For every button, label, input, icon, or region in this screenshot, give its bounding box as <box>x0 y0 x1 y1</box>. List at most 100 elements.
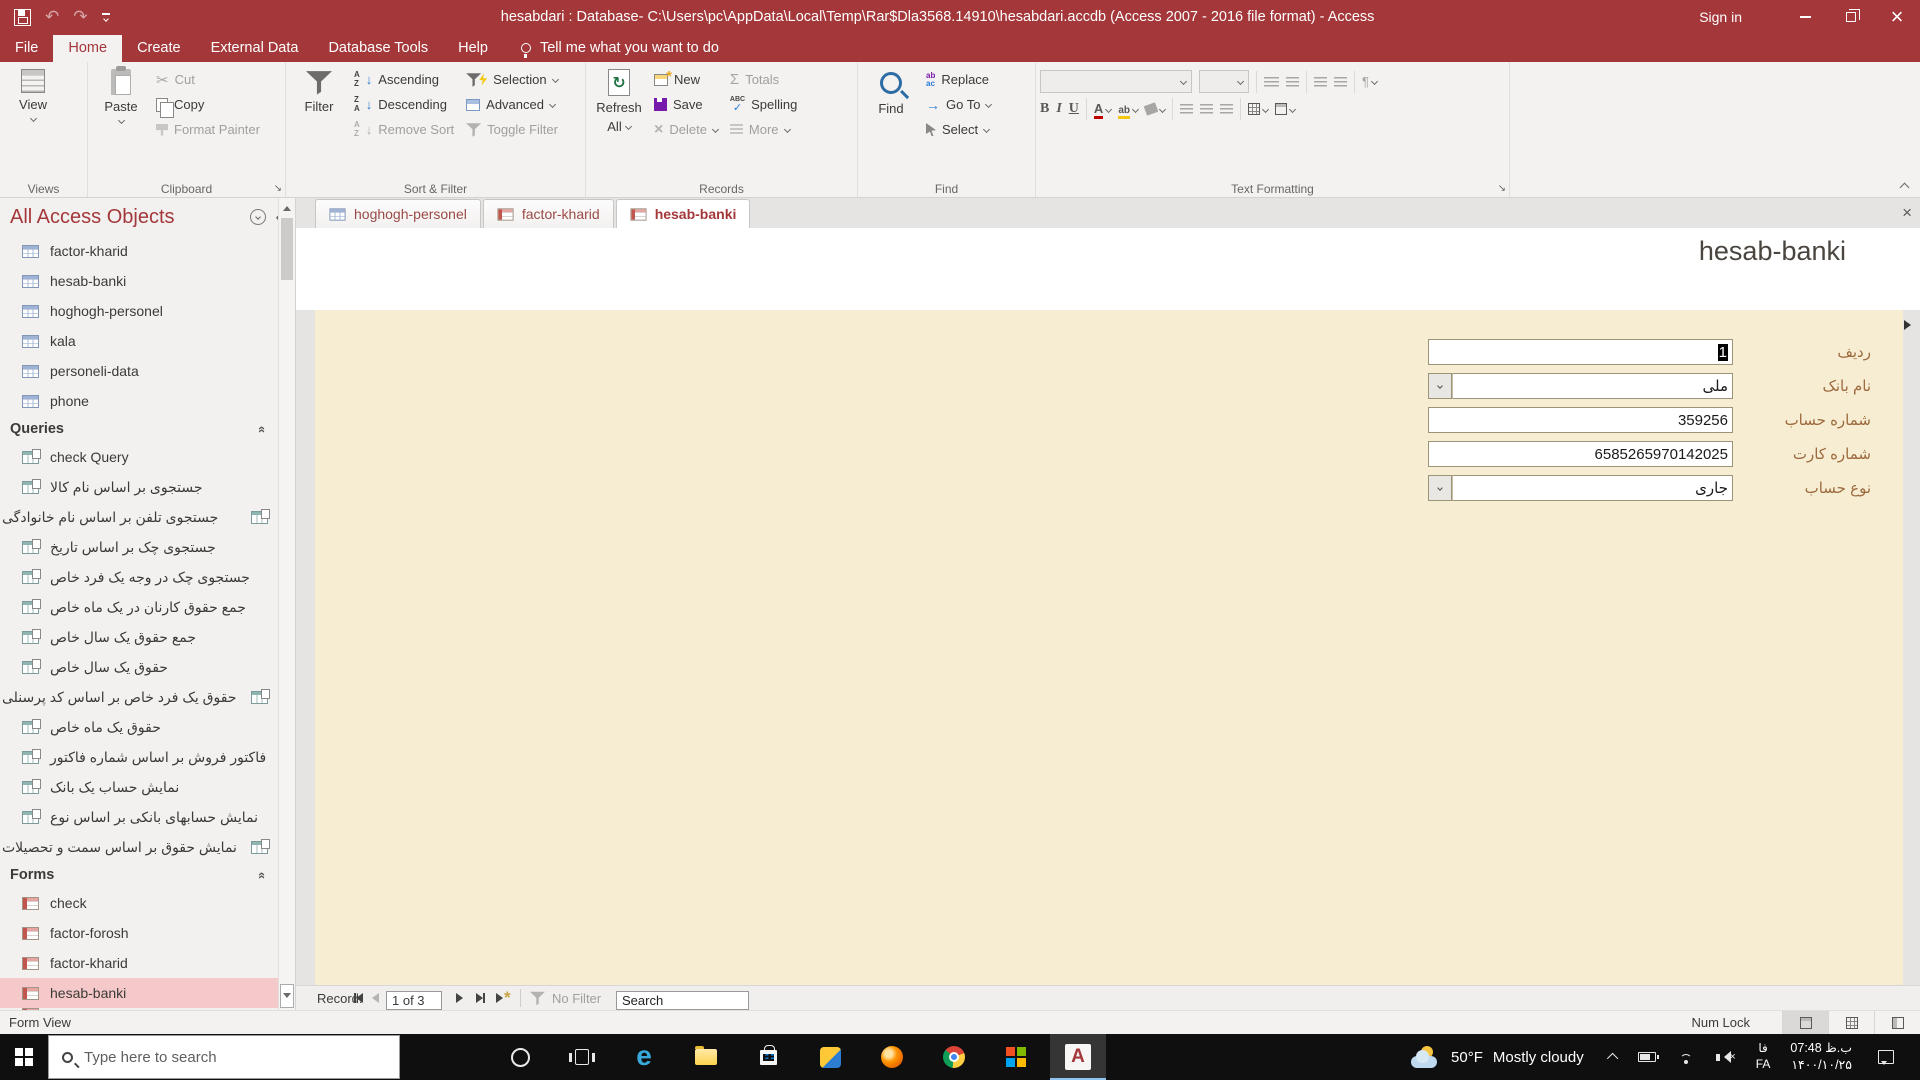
totals-button[interactable]: Totals <box>724 67 803 92</box>
tell-me-box[interactable]: Tell me what you want to do <box>503 40 729 62</box>
underline-button[interactable]: U <box>1069 101 1079 117</box>
new-record-button[interactable]: New <box>648 67 724 92</box>
advanced-button[interactable]: Advanced <box>460 92 564 117</box>
taskbar-clock[interactable]: 07:48 ب.ظ ۱۴۰۰/۱۰/۲۵ <box>1790 1040 1852 1074</box>
nav-item-table[interactable]: kala <box>0 326 278 356</box>
toggle-filter-button[interactable]: Toggle Filter <box>460 117 564 142</box>
ribbon-tab[interactable]: File <box>0 35 53 62</box>
form-field-input[interactable]: 1 <box>1428 339 1733 365</box>
undo-icon[interactable] <box>45 7 59 27</box>
highlight-button[interactable] <box>1118 100 1140 118</box>
taskbar-media-app-button[interactable] <box>802 1034 858 1080</box>
combo-dropdown-button[interactable] <box>1428 373 1452 399</box>
italic-button[interactable]: I <box>1056 101 1061 117</box>
dialog-launcher-icon[interactable] <box>274 184 282 194</box>
align-center-button[interactable] <box>1199 104 1213 114</box>
layout-view-button[interactable] <box>1874 1011 1920 1035</box>
volume-muted-icon[interactable]: × <box>1715 1050 1736 1064</box>
nav-pane-menu-icon[interactable] <box>249 209 266 225</box>
find-button[interactable]: Find <box>862 64 920 179</box>
descending-button[interactable]: ZADescending <box>348 92 460 117</box>
nav-item-form[interactable]: check <box>0 888 278 918</box>
start-button[interactable] <box>0 1034 48 1080</box>
nav-item-table[interactable]: hesab-banki <box>0 266 278 296</box>
nav-item-query[interactable]: جمع حقوق کارنان در یک ماه خاص <box>0 592 278 622</box>
nav-item-table[interactable]: personeli-data <box>0 356 278 386</box>
nav-item-form[interactable]: factor-kharid <box>0 948 278 978</box>
nav-item-query[interactable]: جستجوی بر اساس نام کالا <box>0 472 278 502</box>
text-direction-button[interactable] <box>1362 73 1379 91</box>
taskbar-file-explorer-button[interactable] <box>678 1034 734 1080</box>
nav-item-query[interactable]: حقوق یک فرد خاص بر اساس کد پرسنلی <box>0 682 278 712</box>
ribbon-tab[interactable]: Database Tools <box>313 35 443 62</box>
alternate-row-color-button[interactable] <box>1274 103 1297 115</box>
align-right-button[interactable] <box>1219 104 1233 114</box>
align-left-button[interactable] <box>1179 104 1193 114</box>
font-color-button[interactable] <box>1094 100 1113 118</box>
scroll-up-icon[interactable] <box>280 199 294 216</box>
fill-color-button[interactable] <box>1143 102 1167 116</box>
sign-in-button[interactable]: Sign in <box>1685 5 1756 29</box>
nav-section-forms[interactable]: Forms <box>0 862 278 888</box>
document-tab[interactable]: factor-kharid <box>482 199 614 228</box>
paste-button[interactable]: Paste <box>92 64 150 179</box>
nav-item-form[interactable]: factor-forosh <box>0 918 278 948</box>
first-record-button[interactable] <box>354 986 363 1010</box>
font-name-combo[interactable] <box>1040 70 1192 93</box>
taskbar-task-view-button[interactable] <box>554 1034 610 1080</box>
nav-item-query[interactable]: جستجوی چک در وجه یک فرد خاص <box>0 562 278 592</box>
taskbar-edge-button[interactable] <box>616 1034 672 1080</box>
nav-item-query[interactable]: check Query <box>0 442 278 472</box>
selection-button[interactable]: Selection <box>460 67 564 92</box>
filter-indicator[interactable] <box>530 986 545 1010</box>
combo-dropdown-button[interactable] <box>1428 475 1452 501</box>
save-icon[interactable] <box>14 8 31 26</box>
replace-button[interactable]: Replace <box>920 67 997 92</box>
scrollbar-thumb[interactable] <box>281 218 293 280</box>
refresh-all-button[interactable]: Refresh All <box>590 64 648 179</box>
decrease-indent-button[interactable] <box>1314 76 1327 87</box>
ribbon-tab[interactable]: Help <box>443 35 503 62</box>
form-view-button[interactable] <box>1782 1011 1828 1035</box>
nav-item-query[interactable]: جستجوی چک بر اساس تاریخ <box>0 532 278 562</box>
collapse-section-icon[interactable] <box>255 425 270 432</box>
taskbar-microsoft-app-button[interactable] <box>988 1034 1044 1080</box>
spelling-button[interactable]: Spelling <box>724 92 803 117</box>
customize-qat-icon[interactable] <box>101 13 110 22</box>
nav-item-query[interactable]: حقوق یک ماه خاص <box>0 712 278 742</box>
ribbon-tab[interactable]: Home <box>53 35 123 62</box>
form-field-input[interactable]: 6585265970142025 <box>1428 441 1733 467</box>
next-record-button[interactable] <box>456 986 463 1010</box>
ascending-button[interactable]: AZAscending <box>348 67 460 92</box>
dialog-launcher-icon[interactable] <box>1498 184 1506 194</box>
scroll-right-icon[interactable] <box>1904 320 1916 330</box>
filter-button[interactable]: Filter <box>290 64 348 179</box>
copy-button[interactable]: Copy <box>150 92 266 118</box>
ribbon-tab[interactable]: External Data <box>196 35 314 62</box>
nav-item-table[interactable]: factor-kharid <box>0 236 278 266</box>
cut-button[interactable]: Cut <box>150 67 266 92</box>
more-button[interactable]: More <box>724 117 803 142</box>
remove-sort-button[interactable]: AZRemove Sort <box>348 117 460 142</box>
save-record-button[interactable]: Save <box>648 92 724 117</box>
nav-item-query[interactable]: جمع حقوق یک سال خاص <box>0 622 278 652</box>
nav-item-query[interactable]: نمایش حسابهای بانکی بر اساس نوع <box>0 802 278 832</box>
taskbar-chrome-button[interactable] <box>926 1034 982 1080</box>
current-record-box[interactable]: 1 of 3 <box>386 988 442 1012</box>
taskbar-firefox-button[interactable] <box>864 1034 920 1080</box>
font-size-combo[interactable] <box>1199 70 1249 93</box>
nav-section-queries[interactable]: Queries <box>0 416 278 442</box>
view-button[interactable]: View <box>4 64 62 179</box>
wifi-icon[interactable] <box>1676 1050 1696 1064</box>
language-indicator[interactable]: فا FA <box>1756 1041 1771 1072</box>
close-button[interactable] <box>1874 0 1920 34</box>
form-field-input[interactable]: 359256 <box>1428 407 1733 433</box>
format-painter-button[interactable]: Format Painter <box>150 117 266 142</box>
numbering-button[interactable] <box>1286 76 1299 87</box>
last-record-button[interactable] <box>476 986 485 1010</box>
ribbon-tab[interactable]: Create <box>122 35 196 62</box>
collapse-ribbon-icon[interactable] <box>1899 182 1910 193</box>
collapse-section-icon[interactable] <box>255 871 270 878</box>
nav-item-query[interactable]: فاکتور فروش بر اساس شماره فاکتور <box>0 742 278 772</box>
taskbar-cortana-button[interactable] <box>492 1034 548 1080</box>
